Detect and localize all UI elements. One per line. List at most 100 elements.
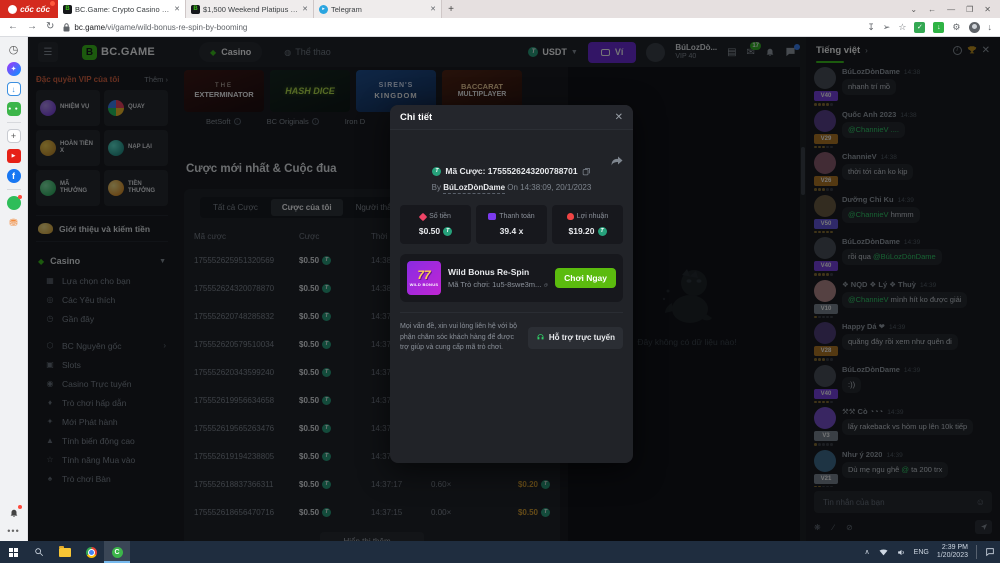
modal-bet-id: Mã Cược: 1755526243200788701 [445, 166, 577, 176]
headset-icon [536, 333, 545, 342]
start-button[interactable] [0, 541, 26, 563]
file-explorer-icon[interactable] [52, 541, 78, 563]
notification-dot [18, 505, 22, 509]
minimize-button[interactable]: — [947, 5, 955, 14]
shopping-cart-icon[interactable]: ⛃ [7, 216, 21, 230]
lock-icon [63, 23, 70, 32]
modal-close-icon[interactable]: ✕ [615, 112, 623, 123]
back-icon[interactable]: ← [8, 22, 18, 32]
tab-close-icon[interactable]: ✕ [430, 5, 436, 13]
share-icon[interactable]: ➢ [883, 23, 891, 32]
bookmark-star-icon[interactable]: ☆ [898, 23, 906, 32]
forward-icon[interactable]: → [27, 22, 37, 32]
stat-amount: Số tiền $0.50 [400, 205, 471, 244]
media-download-icon[interactable]: ↓ [7, 82, 21, 96]
browser-toolbar: ← → ↻ bc.game/vi/game/wild-bonus-re-spin… [0, 18, 1000, 37]
language-indicator[interactable]: ENG [914, 549, 929, 556]
bcgame-favicon [191, 5, 200, 14]
tab-search-icon[interactable]: ⌄ [910, 5, 917, 14]
details-modal: Chi tiết ✕ Mã Cược: 1755526243200788701 … [390, 105, 633, 463]
chrome-icon[interactable] [78, 541, 104, 563]
dice-icon [419, 212, 427, 220]
bet-id-row: Mã Cược: 1755526243200788701 [400, 166, 623, 176]
stat-payout: Thanh toán 39.4 x [476, 205, 547, 244]
speaker-icon[interactable] [897, 548, 906, 557]
network-icon[interactable] [878, 548, 889, 556]
url-text: bc.game/vi/game/wild-bonus-re-spin-by-bo… [74, 23, 247, 32]
browser-sidebar: ◷ ✦ ↓ ● ● + ▶ f ⛃ ••• [0, 37, 28, 541]
modal-body: Mã Cược: 1755526243200788701 By BúLozDòn… [390, 130, 633, 362]
modal-header: Chi tiết ✕ [390, 105, 633, 130]
browser-tab-weekend[interactable]: $1,500 Weekend Platipus M... ✕ [186, 0, 314, 18]
extensions-icon[interactable]: ⚙ [952, 23, 960, 32]
live-support-button[interactable]: Hỗ trợ trực tuyến [528, 327, 623, 349]
save-page-icon[interactable]: ↧ [867, 23, 875, 32]
copy-icon[interactable] [582, 167, 591, 176]
taskbar-clock[interactable]: 2:39 PM 1/20/2023 [937, 544, 968, 561]
restore-button[interactable]: ❐ [966, 5, 973, 14]
action-center-icon[interactable] [985, 547, 995, 557]
play-now-button[interactable]: Chơi Ngay [555, 268, 616, 288]
coccoc-logo-icon [8, 5, 17, 14]
money-bag-icon [567, 213, 574, 220]
new-tab-button[interactable]: + [442, 0, 460, 18]
divider [7, 189, 21, 190]
wallet-icon [488, 213, 496, 220]
add-shortcut-icon[interactable]: + [7, 129, 21, 143]
bet-datetime: 14:38:09, 20/1/2023 [520, 183, 591, 192]
download-manager-icon[interactable]: ↓ [933, 22, 944, 33]
youtube-icon[interactable]: ▶ [7, 149, 21, 163]
history-icon[interactable]: ◷ [7, 42, 21, 56]
player-name[interactable]: BúLozDònDame [443, 183, 505, 194]
tab-close-icon[interactable]: ✕ [302, 5, 308, 13]
browser-tab-bcgame[interactable]: BC.Game: Crypto Casino Gam ✕ [58, 0, 186, 18]
share-icon[interactable] [611, 156, 623, 166]
back-to-tab-icon[interactable]: ← [928, 5, 936, 14]
support-text: Mọi vấn đề, xin vui lòng liên hệ với bộ … [400, 322, 520, 354]
adblock-shield-icon[interactable]: ✓ [914, 22, 925, 33]
games-icon[interactable]: ● ● [7, 102, 21, 116]
telegram-favicon [319, 5, 328, 14]
close-button[interactable]: ✕ [984, 5, 991, 14]
notifications-bell-icon[interactable] [7, 506, 21, 520]
url-bar[interactable]: bc.game/vi/game/wild-bonus-re-spin-by-bo… [63, 23, 858, 32]
support-section: Mọi vấn đề, xin vui lòng liên hệ với bộ … [400, 312, 623, 354]
system-tray: ∧ ENG 2:39 PM 1/20/2023 [865, 544, 1000, 561]
reload-icon[interactable]: ↻ [46, 22, 54, 32]
messenger-icon[interactable]: ✦ [7, 62, 21, 76]
toolbar-icons: ↧ ➢ ☆ ✓ ↓ ⚙ ↓ [867, 22, 992, 33]
downloads-icon[interactable]: ↓ [988, 23, 993, 32]
divider [976, 545, 977, 559]
browser-tab-telegram[interactable]: Telegram ✕ [314, 0, 442, 18]
brand-notification-dot [50, 1, 55, 6]
facebook-icon[interactable]: f [7, 169, 21, 183]
usdt-coin-icon [443, 227, 452, 236]
page-viewport: ☰ BC.GAME ◆ Casino ◍ Thể thao USDT ▼ [28, 37, 1000, 541]
bcgame-favicon [63, 5, 72, 14]
tab-title: Telegram [331, 5, 427, 14]
stat-profit: Lợi nhuận $19.20 [552, 205, 623, 244]
brand-label: cốc cốc [20, 5, 50, 14]
usdt-coin-icon [432, 167, 441, 176]
more-options-icon[interactable]: ••• [7, 526, 19, 536]
game-id-row: Mã Trò chơi: 1u5-8swe3m... [448, 280, 548, 289]
coccoc-brand[interactable]: cốc cốc [0, 0, 58, 18]
profile-icon[interactable] [969, 22, 980, 33]
tray-expand-icon[interactable]: ∧ [865, 548, 870, 556]
bet-stats: Số tiền $0.50 Thanh toán 39.4 x Lợi nhuậ… [400, 205, 623, 244]
usdt-coin-icon [598, 227, 607, 236]
modal-title: Chi tiết [400, 112, 432, 123]
tab-title: BC.Game: Crypto Casino Gam [75, 5, 171, 14]
copy-icon[interactable] [544, 281, 548, 289]
tab-title: $1,500 Weekend Platipus M... [203, 5, 299, 14]
game-thumbnail[interactable]: 77 WILD BONUS [407, 261, 441, 295]
bet-meta-row: By BúLozDònDame On 14:38:09, 20/1/2023 [400, 183, 623, 192]
coccoc-taskbar-icon[interactable]: C [104, 541, 130, 563]
window-controls: ⌄ ← — ❐ ✕ [901, 0, 1000, 18]
shortcut-icon[interactable] [7, 196, 21, 210]
browser-tab-strip: cốc cốc BC.Game: Crypto Casino Gam ✕ $1,… [0, 0, 1000, 18]
taskbar-search-icon[interactable] [26, 541, 52, 563]
tab-close-icon[interactable]: ✕ [174, 5, 180, 13]
game-name: Wild Bonus Re-Spin [448, 267, 548, 277]
game-card: 77 WILD BONUS Wild Bonus Re-Spin Mã Trò … [400, 254, 623, 302]
